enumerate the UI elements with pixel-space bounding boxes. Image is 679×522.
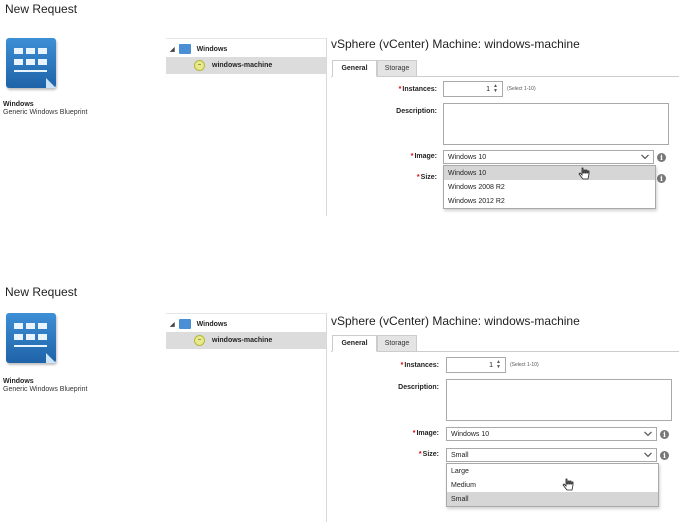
page-title: New Request [5,285,78,299]
tab-storage[interactable]: Storage [377,60,417,77]
blueprint-description: Generic Windows Blueprint [3,109,88,116]
windows-blueprint-icon[interactable] [6,38,56,88]
request-panel-image-dropdown: New Request Windows Generic Windows Blue… [0,0,679,216]
dropdown-option-windows-2012-r2[interactable]: Windows 2012 R2 [444,194,655,208]
blueprint-folder-icon [178,44,191,54]
image-dropdown-list: Windows 10 Windows 2008 R2 Windows 2012 … [443,165,656,209]
tab-storage[interactable]: Storage [377,335,417,352]
dropdown-option-large[interactable]: Large [447,464,658,478]
blueprint-description: Generic Windows Blueprint [3,386,88,393]
instances-stepper[interactable]: 1 ▲ ▼ [446,357,506,373]
instances-hint: (Select 1-10) [507,86,536,92]
dropdown-option-windows-10[interactable]: Windows 10 [444,166,655,180]
machine-status-icon: – [194,60,205,71]
image-info-icon[interactable]: i [660,430,669,439]
tree-node-windows[interactable]: ◢ Windows [170,42,227,56]
tree-node-windows[interactable]: ◢ Windows [170,317,227,331]
expand-triangle-icon[interactable]: ◢ [170,46,175,53]
chevron-down-icon [641,154,649,160]
tree-root-label: Windows [196,320,228,328]
image-info-icon[interactable]: i [657,153,666,162]
machine-title: vSphere (vCenter) Machine: windows-machi… [331,37,580,51]
tree-root-label: Windows [196,45,228,53]
machine-title: vSphere (vCenter) Machine: windows-machi… [331,314,580,328]
tab-bar: General Storage [331,60,679,77]
description-textarea[interactable] [446,379,672,421]
stepper-arrows-icon[interactable]: ▲ ▼ [493,84,498,94]
description-label: Description: [396,108,437,115]
windows-blueprint-icon[interactable] [6,313,56,363]
image-select[interactable]: Windows 10 [443,150,654,164]
image-label: *Image: [410,153,437,160]
instances-label: *Instances: [400,362,439,369]
tree-node-windows-machine[interactable]: – windows-machine [166,332,326,349]
component-tree: ◢ Windows – windows-machine [166,38,327,216]
image-select[interactable]: Windows 10 [446,427,657,441]
instances-label: *Instances: [398,86,437,93]
page-title: New Request [5,2,78,16]
chevron-down-icon [644,452,652,458]
dropdown-option-medium[interactable]: Medium [447,478,658,492]
tab-general[interactable]: General [332,335,377,352]
expand-triangle-icon[interactable]: ◢ [170,321,175,328]
dropdown-option-small[interactable]: Small [447,492,658,506]
size-label: *Size: [418,451,439,458]
blueprint-name[interactable]: Windows [3,101,34,108]
dropdown-option-windows-2008-r2[interactable]: Windows 2008 R2 [444,180,655,194]
component-tree: ◢ Windows – windows-machine [166,313,327,522]
size-info-icon[interactable]: i [657,174,666,183]
instances-stepper[interactable]: 1 ▲ ▼ [443,81,503,97]
tree-child-label: windows-machine [212,62,273,69]
description-textarea[interactable] [443,103,669,145]
size-dropdown-list: Large Medium Small [446,463,659,507]
tree-child-label: windows-machine [212,337,273,344]
stepper-arrows-icon[interactable]: ▲ ▼ [496,360,501,370]
tab-general[interactable]: General [332,60,377,77]
size-info-icon[interactable]: i [660,451,669,460]
blueprint-name[interactable]: Windows [3,378,34,385]
request-panel-size-dropdown: New Request Windows Generic Windows Blue… [0,280,679,522]
blueprint-folder-icon [178,319,191,329]
size-label: *Size: [416,174,437,181]
instances-hint: (Select 1-10) [510,362,539,368]
hand-cursor-icon [562,478,574,491]
machine-status-icon: – [194,335,205,346]
hand-cursor-icon [578,167,590,180]
image-label: *Image: [412,430,439,437]
tab-bar: General Storage [331,335,679,352]
chevron-down-icon [644,431,652,437]
tree-node-windows-machine[interactable]: – windows-machine [166,57,326,74]
size-select[interactable]: Small [446,448,657,462]
description-label: Description: [398,384,439,391]
